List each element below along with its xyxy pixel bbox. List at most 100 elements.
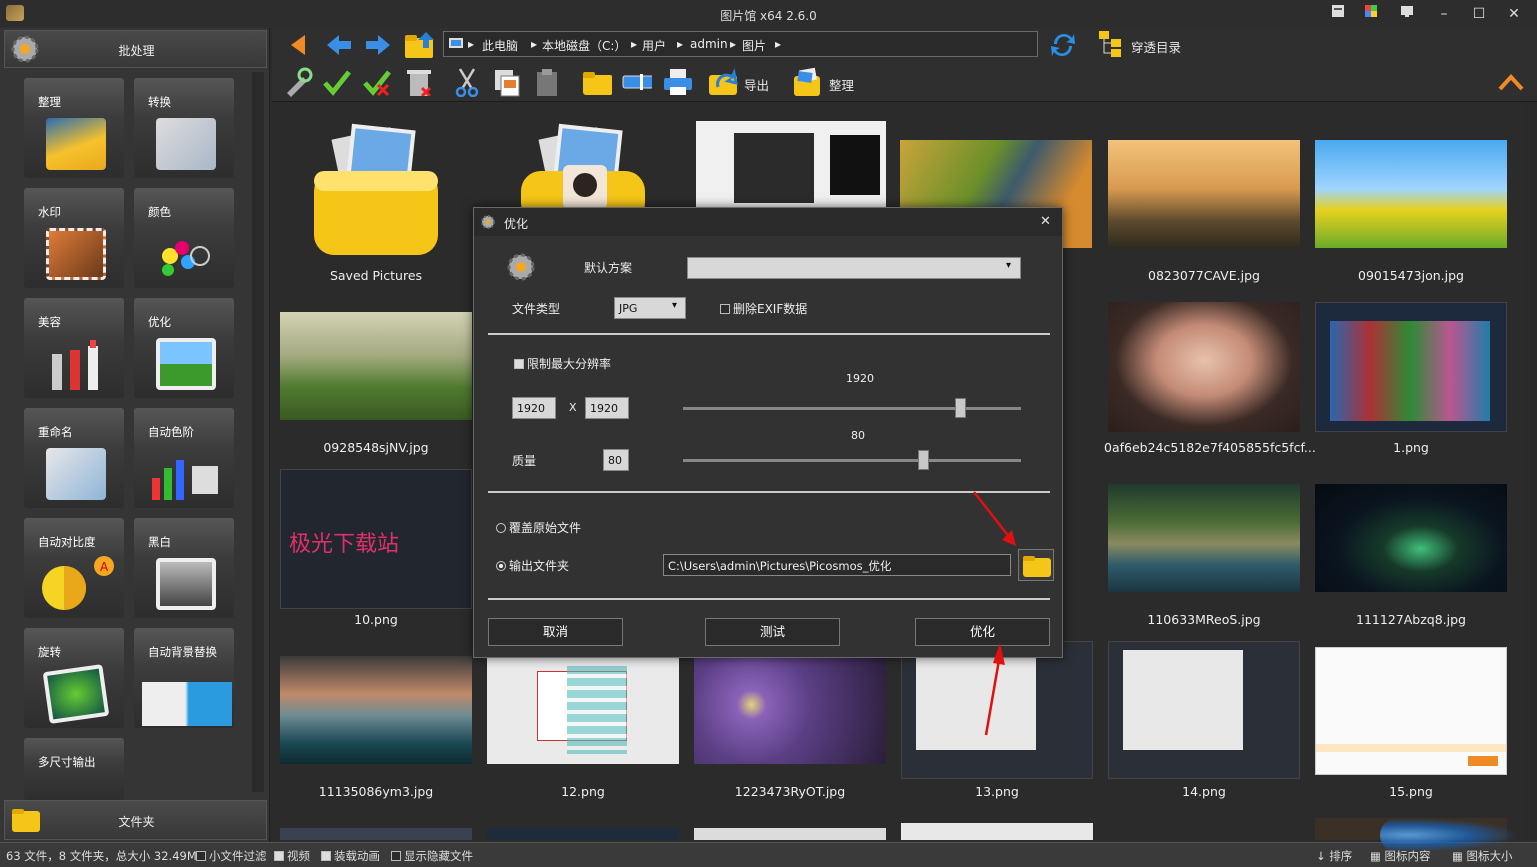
left-scrollbar[interactable]	[252, 72, 264, 792]
crumb-local-disk[interactable]: 本地磁盘（C:）	[542, 37, 626, 54]
tool-organize[interactable]: 整理	[24, 78, 124, 178]
radio-circle	[496, 561, 506, 571]
skin-icon[interactable]	[1324, 4, 1352, 24]
default-scheme-label: 默认方案	[584, 261, 633, 275]
grid-item-partial[interactable]	[487, 828, 679, 840]
export-icon[interactable]	[708, 67, 738, 97]
quality-input-value: 80	[608, 454, 622, 467]
res-slider-thumb[interactable]	[955, 398, 967, 418]
crumb-admin[interactable]: admin	[690, 37, 728, 51]
back-icon[interactable]	[325, 32, 353, 58]
remove-exif-label: 删除EXIF数据	[733, 302, 808, 316]
collapse-up-icon[interactable]	[1498, 72, 1524, 92]
tool-rename[interactable]: 重命名	[24, 408, 124, 508]
tool-label: 自动背景替换	[148, 645, 217, 659]
delete-icon[interactable]	[404, 66, 434, 96]
checkbox-box	[321, 851, 331, 861]
crumb-pictures[interactable]: 图片	[742, 37, 766, 54]
grid-item-partial[interactable]	[280, 828, 472, 840]
grid-item-screenshot[interactable]	[1108, 641, 1300, 779]
tool-convert[interactable]: 转换	[134, 78, 234, 178]
breadcrumb[interactable]: ▸ 此电脑 ▸ 本地磁盘（C:） ▸ 用户 ▸ admin ▸ 图片 ▸	[443, 31, 1038, 57]
export-label[interactable]: 导出	[744, 75, 769, 94]
tool-optimize[interactable]: 优化	[134, 298, 234, 398]
grid-item-photo[interactable]	[280, 312, 472, 420]
tool-bw[interactable]: 黑白	[134, 518, 234, 618]
refresh-icon[interactable]	[1048, 30, 1078, 60]
maximize-icon[interactable]: ☐	[1465, 4, 1493, 24]
remove-exif-checkbox[interactable]: 删除EXIF数据	[720, 300, 807, 317]
output-folder-radio[interactable]: 输出文件夹	[496, 557, 569, 574]
quality-slider-value: 80	[851, 429, 865, 442]
grid-item-photo[interactable]	[1315, 484, 1507, 592]
tool-multi-size[interactable]: 多尺寸输出	[24, 738, 124, 800]
grid-item-partial[interactable]	[901, 823, 1093, 840]
crumb-users[interactable]: 用户	[642, 37, 666, 54]
tools-icon[interactable]	[283, 67, 313, 97]
tool-color[interactable]: 颜色	[134, 188, 234, 288]
output-path-input[interactable]: C:\Users\admin\Pictures\Picosmos_优化	[663, 554, 1011, 576]
close-icon[interactable]: ✕	[1500, 4, 1528, 24]
grid-scrollbar[interactable]	[1522, 103, 1537, 840]
folder-button[interactable]: 文件夹	[4, 800, 267, 840]
tool-watermark[interactable]: 水印	[24, 188, 124, 288]
tree-folder-icon[interactable]	[1097, 29, 1127, 59]
load-anim-checkbox[interactable]: 装载动画	[321, 848, 380, 864]
show-hidden-checkbox[interactable]: 显示隐藏文件	[391, 848, 473, 864]
video-checkbox[interactable]: 视频	[274, 848, 310, 864]
forward-icon[interactable]	[364, 32, 392, 58]
tool-auto-levels[interactable]: 自动色阶	[134, 408, 234, 508]
file-type-select[interactable]: JPG ▾	[614, 297, 686, 319]
tool-auto-contrast[interactable]: 自动对比度 A	[24, 518, 124, 618]
paste-icon[interactable]	[532, 67, 562, 97]
print-icon[interactable]	[662, 67, 692, 97]
back-orange-icon[interactable]	[285, 32, 311, 58]
grid-item-photo[interactable]	[694, 656, 886, 764]
uncheck-icon[interactable]	[362, 67, 392, 97]
organize-icon[interactable]	[792, 66, 822, 96]
res-slider[interactable]	[683, 407, 1021, 410]
grid-item-photo[interactable]	[1315, 140, 1507, 248]
quality-slider-thumb[interactable]	[917, 450, 929, 470]
width-input[interactable]: 1920	[512, 397, 556, 419]
crumb-this-pc[interactable]: 此电脑	[482, 37, 518, 54]
copy-icon[interactable]	[492, 67, 522, 97]
organize-label[interactable]: 整理	[829, 75, 854, 94]
quality-slider[interactable]	[683, 459, 1021, 462]
rename-tool-icon[interactable]	[622, 67, 652, 97]
tool-bg-replace[interactable]: 自动背景替换	[134, 628, 234, 728]
limit-res-checkbox[interactable]: 限制最大分辨率	[514, 355, 611, 372]
sort-button[interactable]: ↓ 排序	[1316, 848, 1352, 864]
small-filter-checkbox[interactable]: 小文件过滤	[196, 848, 267, 864]
check-icon[interactable]	[322, 67, 352, 97]
dialog-close-icon[interactable]: ✕	[1040, 214, 1051, 229]
grid-item-photo[interactable]	[1108, 484, 1300, 592]
grid-item-screenshot[interactable]	[1315, 302, 1507, 432]
grid-item-photo[interactable]	[1108, 302, 1300, 432]
batch-button[interactable]: 批处理	[4, 30, 267, 68]
default-scheme-select[interactable]: ▾	[687, 257, 1021, 279]
parent-folder-icon[interactable]	[404, 30, 438, 60]
grid-item-screenshot[interactable]: 极光下载站	[280, 469, 472, 609]
grid-item-partial[interactable]	[694, 828, 886, 840]
overwrite-radio[interactable]: 覆盖原始文件	[496, 519, 581, 536]
grid-item-photo[interactable]	[280, 656, 472, 764]
grid-item-screenshot[interactable]	[696, 121, 886, 207]
cancel-button[interactable]: 取消	[488, 618, 623, 646]
through-dir-label[interactable]: 穿透目录	[1131, 37, 1181, 56]
grid-item-screenshot[interactable]	[487, 656, 679, 764]
color-icon[interactable]	[1357, 4, 1385, 24]
tool-beauty[interactable]: 美容	[24, 298, 124, 398]
quality-input[interactable]: 80	[603, 449, 629, 471]
grid-item-screenshot[interactable]	[1315, 647, 1507, 775]
batch-label: 批处理	[118, 44, 155, 58]
cut-icon[interactable]	[452, 67, 482, 97]
display-icon[interactable]	[1393, 4, 1421, 24]
height-input[interactable]: 1920	[585, 397, 629, 419]
minimize-icon[interactable]: –	[1430, 4, 1458, 24]
tool-rotate[interactable]: 旋转	[24, 628, 124, 728]
site-logo	[1380, 818, 1520, 852]
grid-item-photo[interactable]	[1108, 140, 1300, 248]
test-button[interactable]: 测试	[705, 618, 840, 646]
new-folder-icon[interactable]	[582, 67, 612, 97]
